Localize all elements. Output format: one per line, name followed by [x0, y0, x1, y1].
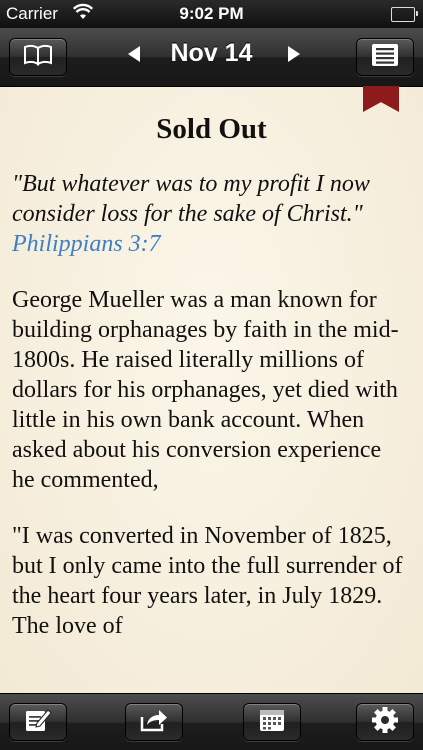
scripture-quote: "But whatever was to my profit I now con…	[12, 169, 403, 259]
reading-list-button[interactable]	[356, 38, 414, 76]
share-icon	[139, 708, 169, 737]
edit-note-icon	[24, 707, 52, 738]
body-paragraph: "I was converted in November of 1825, bu…	[12, 523, 403, 639]
status-time: 9:02 PM	[179, 4, 244, 23]
verse-text: "But whatever was to my profit I now con…	[12, 171, 370, 227]
list-icon	[371, 43, 399, 72]
bottom-toolbar	[0, 693, 423, 750]
status-bar: Carrier 9:02 PM	[0, 0, 423, 28]
next-day-arrow-icon[interactable]	[288, 46, 300, 62]
journal-button[interactable]	[9, 703, 67, 741]
navigation-bar: Nov 14	[0, 28, 423, 87]
devotional-content[interactable]: Sold Out "But whatever was to my profit …	[0, 87, 423, 693]
gear-icon	[371, 706, 399, 739]
share-button[interactable]	[125, 703, 183, 741]
battery-icon	[391, 7, 418, 22]
calendar-button[interactable]	[243, 703, 301, 741]
verse-reference-link[interactable]: Philippians 3:7	[12, 231, 161, 257]
body-paragraph: George Mueller was a man known for build…	[12, 287, 399, 493]
settings-button[interactable]	[356, 703, 414, 741]
calendar-icon	[258, 707, 286, 738]
article-title: Sold Out	[156, 113, 267, 145]
